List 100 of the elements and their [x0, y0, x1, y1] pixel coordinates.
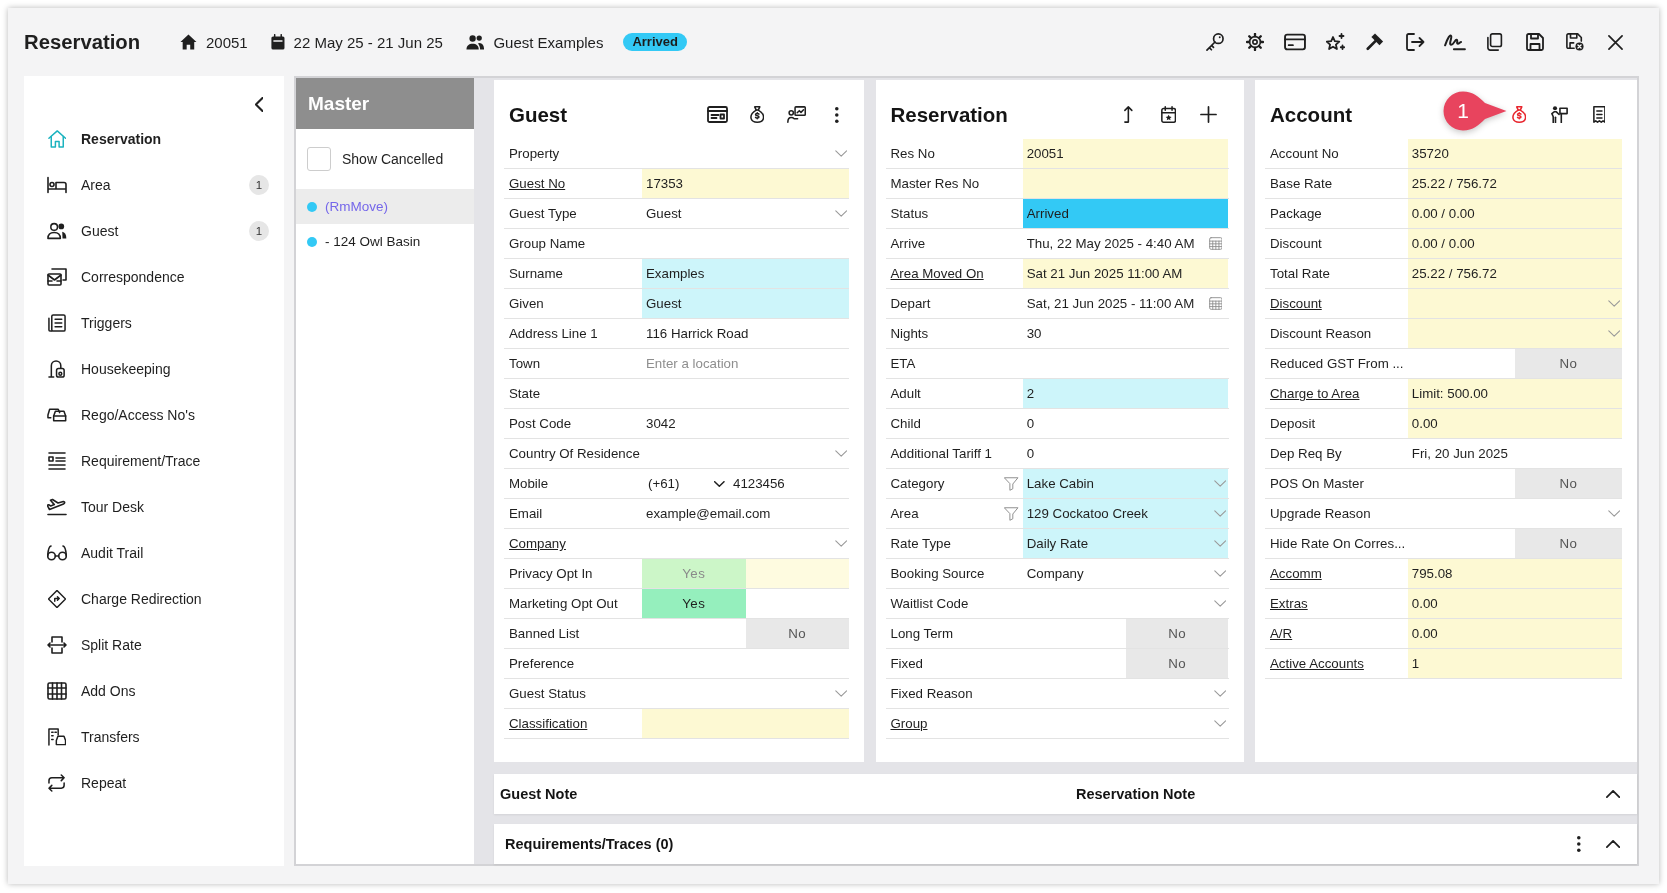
- input-field[interactable]: 0.00: [1407, 619, 1622, 648]
- input-field[interactable]: 25.22 / 756.72: [1407, 169, 1622, 198]
- checkbox-label[interactable]: Show Cancelled: [342, 151, 444, 167]
- presentation-icon[interactable]: [787, 106, 807, 123]
- section-title[interactable]: Requirements/Traces (0): [505, 836, 674, 852]
- field-link[interactable]: Guest No: [509, 176, 566, 191]
- date-range: 22 May 25 - 21 Jun 25: [293, 33, 443, 51]
- copy-icon[interactable]: [1487, 33, 1503, 51]
- sidebar-item[interactable]: Audit Trail: [47, 530, 269, 576]
- input-field[interactable]: Examples: [642, 259, 849, 288]
- date-field[interactable]: Sat, 21 Jun 2025 - 11:00 AM: [1022, 289, 1229, 318]
- sparkle-star-icon[interactable]: [1325, 33, 1345, 51]
- field-link[interactable]: Active Accounts: [1270, 656, 1364, 671]
- list-item[interactable]: - 124 Owl Basin: [296, 224, 474, 259]
- save-icon[interactable]: [1526, 33, 1544, 51]
- sidebar-item[interactable]: Housekeeping: [47, 346, 269, 392]
- input-field[interactable]: 1: [1407, 649, 1622, 678]
- input-field[interactable]: 17353: [642, 169, 849, 198]
- input-field[interactable]: Fri, 20 Jun 2025: [1407, 439, 1622, 468]
- id-card-icon[interactable]: [706, 106, 728, 123]
- sidebar-item[interactable]: Reservation: [47, 116, 269, 162]
- field-link[interactable]: Accomm: [1270, 566, 1322, 581]
- phone-field[interactable]: 4123456: [733, 476, 785, 491]
- input-field[interactable]: 0: [1022, 409, 1229, 438]
- input-field[interactable]: Arrived: [1022, 199, 1229, 228]
- field-label: Area: [890, 506, 919, 521]
- input-field[interactable]: 0: [1022, 439, 1229, 468]
- field-link[interactable]: Discount: [1270, 296, 1322, 311]
- dropdown-field[interactable]: Company: [1022, 559, 1229, 588]
- input-field[interactable]: 116 Harrick Road: [642, 319, 849, 348]
- sidebar-item[interactable]: Transfers: [47, 714, 269, 760]
- chevron-up-icon[interactable]: [1605, 790, 1620, 798]
- sidebar-item[interactable]: Triggers: [47, 300, 269, 346]
- more-icon[interactable]: [1577, 836, 1581, 852]
- input-field[interactable]: Limit: 500.00: [1407, 379, 1622, 408]
- input-field[interactable]: 0.00 / 0.00: [1407, 229, 1622, 258]
- hammer-icon[interactable]: [1366, 33, 1384, 51]
- input-field[interactable]: 2: [1022, 379, 1229, 408]
- key-icon[interactable]: [1206, 33, 1224, 51]
- calendar-icon[interactable]: [1208, 237, 1223, 250]
- input-field[interactable]: 20051: [1022, 139, 1229, 168]
- input-field[interactable]: 0.00 / 0.00: [1407, 199, 1622, 228]
- checkbox[interactable]: [307, 147, 331, 171]
- plus-icon[interactable]: [1200, 106, 1217, 123]
- exit-icon[interactable]: [1405, 33, 1425, 51]
- close-icon[interactable]: [1607, 34, 1623, 50]
- sidebar-item[interactable]: Rego/Access No's: [47, 392, 269, 438]
- field-link[interactable]: Classification: [509, 716, 588, 731]
- person-sign-icon[interactable]: [1550, 106, 1568, 123]
- input-field[interactable]: 35720: [1407, 139, 1622, 168]
- dropdown-field[interactable]: Daily Rate: [1022, 529, 1229, 558]
- list-item[interactable]: (RmMove): [296, 189, 474, 224]
- dropdown-field[interactable]: [1407, 319, 1622, 348]
- field-link[interactable]: Area Moved On: [890, 266, 984, 281]
- input-field[interactable]: example@email.com: [642, 499, 849, 528]
- field-link[interactable]: A/R: [1270, 626, 1293, 641]
- dropdown-field[interactable]: Lake Cabin: [1022, 469, 1229, 498]
- input-field[interactable]: [1022, 169, 1229, 198]
- field-link[interactable]: Extras: [1270, 596, 1308, 611]
- date-field[interactable]: Thu, 22 May 2025 - 4:40 AM: [1022, 229, 1229, 258]
- country-code-dropdown[interactable]: (+61): [648, 476, 725, 491]
- input-field[interactable]: 0.00: [1407, 589, 1622, 618]
- sidebar-item[interactable]: Tour Desk: [47, 484, 269, 530]
- section-title[interactable]: Reservation Note: [1076, 786, 1606, 802]
- sidebar-item[interactable]: Area 1: [47, 162, 269, 208]
- field-label: Master Res No: [890, 176, 980, 191]
- field-link[interactable]: Company: [509, 536, 566, 551]
- chevron-left-icon[interactable]: [254, 96, 263, 112]
- more-icon[interactable]: [835, 106, 839, 123]
- save-cancel-icon[interactable]: [1566, 33, 1584, 51]
- calendar-icon[interactable]: [1208, 297, 1223, 310]
- signature-icon[interactable]: [1444, 33, 1466, 51]
- sidebar-item[interactable]: Requirement/Trace: [47, 438, 269, 484]
- receipt-icon[interactable]: [1592, 106, 1606, 123]
- input-field[interactable]: 3042: [642, 409, 849, 438]
- input-field[interactable]: Guest: [642, 289, 849, 318]
- sidebar-item[interactable]: Guest 1: [47, 208, 269, 254]
- sidebar-item[interactable]: Split Rate: [47, 622, 269, 668]
- input-field[interactable]: Sat 21 Jun 2025 11:00 AM: [1022, 259, 1229, 288]
- dropdown-field[interactable]: [1407, 289, 1622, 318]
- dropdown-field[interactable]: Guest: [642, 199, 849, 228]
- input-field[interactable]: 0.00: [1407, 409, 1622, 438]
- sidebar-item[interactable]: Repeat: [47, 760, 269, 806]
- input-field[interactable]: 30: [1022, 319, 1229, 348]
- input-field[interactable]: 795.08: [1407, 559, 1622, 588]
- credit-card-icon[interactable]: [1284, 33, 1306, 51]
- field-link[interactable]: Charge to Area: [1270, 386, 1360, 401]
- field-link[interactable]: Group: [890, 716, 928, 731]
- money-bag-icon[interactable]: [749, 106, 765, 123]
- sidebar-item[interactable]: Charge Redirection: [47, 576, 269, 622]
- settings-icon[interactable]: [1246, 33, 1264, 51]
- section-title[interactable]: Guest Note: [500, 786, 1076, 802]
- input-field[interactable]: [642, 709, 849, 738]
- chevron-up-icon[interactable]: [1605, 840, 1620, 848]
- input-field[interactable]: 25.22 / 756.72: [1407, 259, 1622, 288]
- dropdown-field[interactable]: 129 Cockatoo Creek: [1022, 499, 1229, 528]
- sidebar-item[interactable]: Add Ons: [47, 668, 269, 714]
- arrow-up-icon[interactable]: [1124, 106, 1133, 123]
- bed-icon: [47, 176, 67, 194]
- sidebar-item[interactable]: Correspondence: [47, 254, 269, 300]
